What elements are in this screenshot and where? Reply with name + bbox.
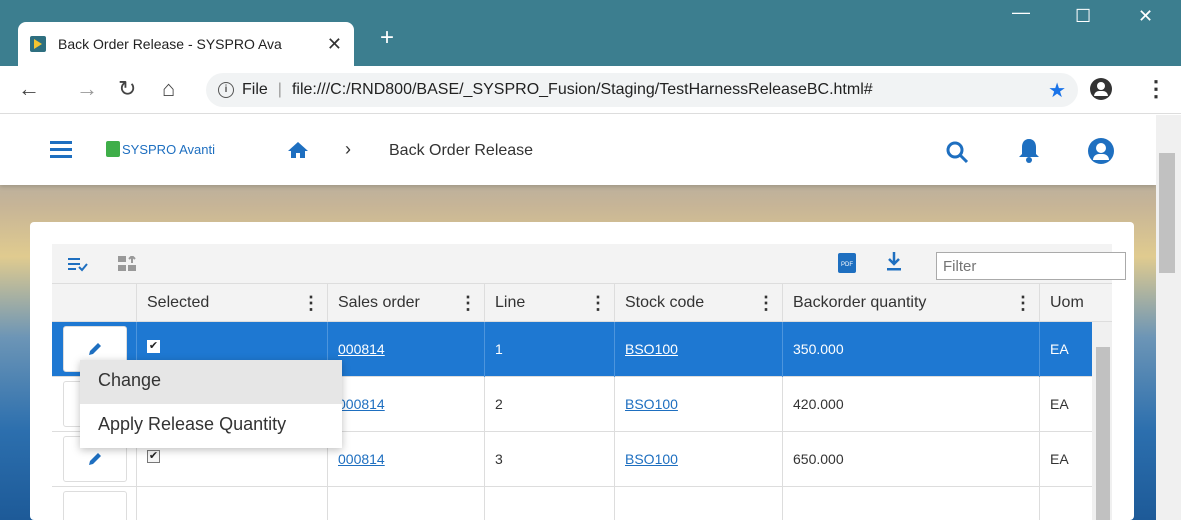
- backorder-quantity-cell: 420.000: [782, 377, 1039, 432]
- home-icon[interactable]: [287, 141, 309, 159]
- sales-order-link[interactable]: 000814: [338, 341, 385, 357]
- browser-tabstrip: Back Order Release - SYSPRO Ava ✕ + — ☐ …: [0, 0, 1181, 66]
- search-icon[interactable]: [945, 140, 969, 164]
- header-label: Selected: [147, 294, 210, 311]
- stock-code-link[interactable]: BSO100: [625, 396, 678, 412]
- url-separator: |: [277, 81, 282, 98]
- info-icon[interactable]: i: [218, 82, 234, 98]
- edit-cell: [52, 487, 136, 520]
- page-scrollbar[interactable]: [1156, 115, 1181, 520]
- column-menu-icon[interactable]: ⋮: [589, 284, 607, 322]
- edit-button[interactable]: [63, 491, 127, 520]
- breadcrumb: Back Order Release: [389, 142, 534, 159]
- browser-profile-icon[interactable]: [1090, 78, 1112, 100]
- backorder-quantity-cell: 650.000: [782, 432, 1039, 487]
- address-bar-row: ← → ↻ ⌂ i File | file:///C:/RND800/BASE/…: [0, 66, 1181, 114]
- sales-order-cell[interactable]: 000814: [327, 432, 484, 487]
- column-menu-icon[interactable]: ⋮: [302, 284, 320, 322]
- maximize-icon[interactable]: ☐: [1075, 6, 1091, 27]
- header-stock-code[interactable]: Stock code ⋮: [614, 284, 782, 322]
- line-cell: 3: [484, 432, 614, 487]
- line-cell: 1: [484, 322, 614, 377]
- table-row[interactable]: [52, 487, 1112, 520]
- stock-code-cell[interactable]: BSO100: [614, 377, 782, 432]
- header-label: Sales order: [338, 294, 420, 311]
- column-chooser-icon[interactable]: [68, 256, 88, 272]
- browser-menu-icon[interactable]: ⋮: [1145, 76, 1167, 102]
- pencil-icon: [89, 453, 101, 465]
- column-menu-icon[interactable]: ⋮: [757, 284, 775, 322]
- grid-header-row: Selected ⋮ Sales order ⋮ Line ⋮ Stock co…: [52, 284, 1112, 322]
- stock-code-cell[interactable]: BSO100: [614, 322, 782, 377]
- pdf-export-icon[interactable]: PDF: [838, 253, 856, 273]
- user-account-icon[interactable]: [1088, 138, 1114, 164]
- back-arrow-icon[interactable]: ←: [18, 76, 40, 102]
- close-window-icon[interactable]: ✕: [1138, 6, 1153, 27]
- url-text: file:///C:/RND800/BASE/_SYSPRO_Fusion/St…: [291, 81, 873, 98]
- header-label: Line: [495, 294, 526, 311]
- header-line[interactable]: Line ⋮: [484, 284, 614, 322]
- checkbox[interactable]: ✔: [147, 340, 160, 353]
- grid-scrollbar-thumb[interactable]: [1096, 347, 1110, 520]
- row-context-menu: Change Apply Release Quantity: [80, 360, 342, 448]
- syspro-logo: SYSPRO Avanti: [106, 141, 215, 157]
- tab-close-button[interactable]: ✕: [327, 34, 342, 55]
- url-scheme-label: File: [242, 81, 268, 98]
- grid-scrollbar[interactable]: [1092, 322, 1112, 520]
- new-tab-button[interactable]: +: [380, 26, 394, 50]
- pencil-icon: [89, 343, 101, 355]
- stock-code-cell[interactable]: [614, 487, 782, 520]
- sales-order-link[interactable]: 000814: [338, 396, 385, 412]
- download-icon[interactable]: [886, 252, 902, 272]
- checkbox[interactable]: ✔: [147, 450, 160, 463]
- stock-code-link[interactable]: BSO100: [625, 451, 678, 467]
- logo-text: SYSPRO Avanti: [122, 141, 215, 157]
- line-cell: [484, 487, 614, 520]
- backorder-quantity-cell: [782, 487, 1039, 520]
- header-label: Uom: [1050, 294, 1084, 311]
- filter-input[interactable]: [936, 252, 1126, 280]
- reload-icon[interactable]: ↻: [118, 76, 136, 102]
- menu-item-change[interactable]: Change: [80, 360, 342, 404]
- home-browser-icon[interactable]: ⌂: [162, 76, 175, 102]
- sales-order-cell[interactable]: 000814: [327, 377, 484, 432]
- header-selected[interactable]: Selected ⋮: [136, 284, 327, 322]
- app-area: SYSPRO Avanti › Back Order Release PDF F…: [0, 115, 1156, 520]
- browser-tab[interactable]: Back Order Release - SYSPRO Ava ✕: [18, 22, 354, 66]
- header-label: Backorder quantity: [793, 294, 927, 311]
- column-menu-icon[interactable]: ⋮: [1014, 284, 1032, 322]
- sales-order-cell[interactable]: [327, 487, 484, 520]
- hamburger-menu-icon[interactable]: [50, 141, 72, 158]
- chevron-right-icon: ›: [345, 139, 351, 159]
- line-cell: 2: [484, 377, 614, 432]
- forward-arrow-icon[interactable]: →: [76, 76, 98, 102]
- selected-cell[interactable]: [136, 487, 327, 520]
- sales-order-cell[interactable]: 000814: [327, 322, 484, 377]
- menu-item-apply-release-quantity[interactable]: Apply Release Quantity: [80, 404, 342, 448]
- bookmark-star-icon[interactable]: ★: [1048, 78, 1066, 103]
- backorder-quantity-cell: 350.000: [782, 322, 1039, 377]
- bell-icon[interactable]: [1018, 137, 1040, 163]
- syspro-favicon-icon: [30, 36, 46, 52]
- url-field[interactable]: i File | file:///C:/RND800/BASE/_SYSPRO_…: [206, 73, 1078, 107]
- grid-toolbar: PDF: [52, 244, 1126, 284]
- syspro-logo-mark-icon: [106, 141, 120, 157]
- header-uom[interactable]: Uom: [1039, 284, 1112, 322]
- column-menu-icon[interactable]: ⋮: [459, 284, 477, 322]
- group-by-icon[interactable]: [118, 256, 138, 272]
- page-scrollbar-thumb[interactable]: [1159, 153, 1175, 273]
- minimize-icon[interactable]: —: [1012, 2, 1030, 23]
- stock-code-cell[interactable]: BSO100: [614, 432, 782, 487]
- stock-code-link[interactable]: BSO100: [625, 341, 678, 357]
- header-label: Stock code: [625, 294, 705, 311]
- svg-text:PDF: PDF: [841, 262, 853, 268]
- header-actions-col: [52, 284, 136, 322]
- tab-title: Back Order Release - SYSPRO Ava: [58, 36, 282, 52]
- sales-order-link[interactable]: 000814: [338, 451, 385, 467]
- header-sales-order[interactable]: Sales order ⋮: [327, 284, 484, 322]
- header-backorder-quantity[interactable]: Backorder quantity ⋮: [782, 284, 1039, 322]
- app-header: SYSPRO Avanti › Back Order Release: [0, 115, 1156, 185]
